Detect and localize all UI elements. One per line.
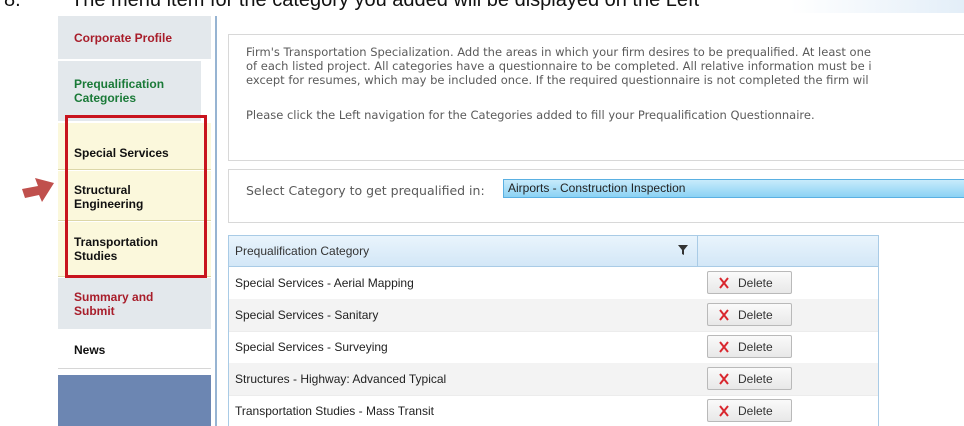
nav-item-summary-and-submit[interactable]: Summary and Submit [58,278,211,330]
arrow-right-icon [22,178,54,202]
category-cell: Special Services - Aerial Mapping [235,276,414,290]
sidebar-footer-panel [58,375,211,426]
x-icon [719,404,729,417]
x-icon [719,340,729,353]
instructions-line: except for resumes, which may be include… [246,73,869,87]
prequalification-grid: Prequalification Category Special Servic… [228,235,879,426]
nav-item-label: Transportation Studies [74,235,159,263]
category-select-label: Select Category to get prequalified in: [246,183,485,198]
category-select-panel: Select Category to get prequalified in: … [228,169,964,223]
delete-label: Delete [738,403,773,418]
x-icon [719,372,729,385]
delete-button[interactable]: Delete [707,303,792,326]
delete-label: Delete [738,371,773,386]
instruction-heading: 8. The menu item for the category you ad… [0,0,964,13]
nav-item-special-services[interactable]: Special Services [58,123,211,170]
nav-item-label: News [74,342,106,357]
filter-icon[interactable] [678,245,688,255]
nav-item-label: Special Services [74,146,169,160]
instructions-line: of each listed project. All categories h… [246,59,872,73]
nav-item-transportation-studies[interactable]: Transportation Studies [58,222,211,277]
category-cell: Special Services - Sanitary [235,308,379,322]
delete-button[interactable]: Delete [707,367,792,390]
delete-button[interactable]: Delete [707,399,792,422]
nav-item-structural-engineering[interactable]: Structural Engineering [58,171,211,221]
column-header-category: Prequalification Category [235,244,370,258]
table-row: Special Services - Aerial Mapping Delete [229,267,878,300]
table-row: Transportation Studies - Mass Transit De… [229,395,878,426]
column-separator [697,236,698,266]
nav-item-label: Summary and Submit [74,289,154,318]
table-row: Special Services - Sanitary Delete [229,299,878,332]
instructions-note: Please click the Left navigation for the… [246,108,815,122]
nav-item-label: Prequalification Categories [74,77,165,105]
nav-item-prequalification-categories[interactable]: Prequalification Categories [58,61,201,122]
delete-label: Delete [738,275,773,290]
category-select[interactable]: Airports - Construction Inspection ▼ [503,179,964,198]
table-row: Structures - Highway: Advanced Typical D… [229,363,878,396]
category-select-value: Airports - Construction Inspection [508,181,686,195]
x-icon [719,276,729,289]
step-number: 8. [4,0,21,11]
grid-header: Prequalification Category [229,236,878,267]
nav-item-label: Structural Engineering [74,182,144,211]
nav-item-news[interactable]: News [58,331,211,369]
x-icon [719,308,729,321]
sidebar-divider [215,16,217,426]
delete-button[interactable]: Delete [707,335,792,358]
category-cell: Transportation Studies - Mass Transit [235,404,434,418]
category-cell: Special Services - Surveying [235,340,388,354]
nav-item-label: Corporate Profile [74,30,173,45]
table-row: Special Services - Surveying Delete [229,331,878,364]
nav-item-corporate-profile[interactable]: Corporate Profile [58,16,211,60]
delete-button[interactable]: Delete [707,271,792,294]
left-navigation: Corporate Profile Prequalification Categ… [58,16,211,426]
instruction-text: The menu item for the category you added… [71,0,700,11]
delete-label: Delete [738,339,773,354]
instructions-panel: Firm's Transportation Specialization. Ad… [228,34,964,161]
instructions-line: Firm's Transportation Specialization. Ad… [246,45,871,59]
delete-label: Delete [738,307,773,322]
category-cell: Structures - Highway: Advanced Typical [235,372,447,386]
